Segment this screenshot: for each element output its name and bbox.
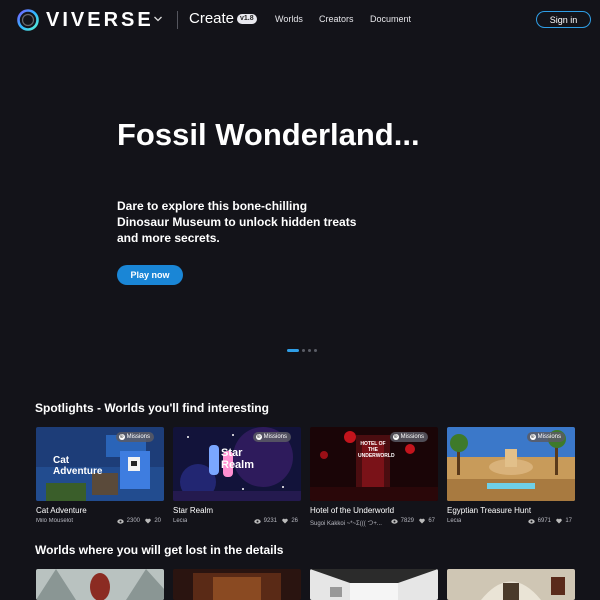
play-now-button[interactable]: Play now bbox=[117, 265, 183, 285]
world-meta: Milo Mouselot 2300 20 bbox=[36, 518, 164, 526]
mission-icon: ⊕ bbox=[392, 434, 399, 440]
like-count-value: 67 bbox=[428, 518, 435, 524]
top-navbar: VIVERSE Create v1.8 Worlds Creators Docu… bbox=[0, 0, 600, 40]
signin-button[interactable]: Sign in bbox=[536, 11, 591, 28]
spotlights-heading: Spotlights - Worlds you'll find interest… bbox=[35, 401, 269, 415]
missions-badge: ⊕ Missions bbox=[389, 432, 428, 442]
view-count: 7829 bbox=[390, 518, 414, 524]
world-thumbnail[interactable] bbox=[173, 569, 301, 600]
carousel-dot[interactable] bbox=[314, 348, 317, 352]
like-count: 26 bbox=[282, 518, 298, 524]
version-badge: v1.8 bbox=[237, 14, 257, 24]
brand-name[interactable]: VIVERSE bbox=[46, 9, 154, 32]
mission-icon: ⊕ bbox=[529, 434, 536, 440]
world-thumbnail[interactable] bbox=[36, 569, 164, 600]
world-card[interactable]: Cat Adventure ⊕ Missions Cat Adventure M… bbox=[36, 427, 164, 524]
eye-icon bbox=[527, 518, 535, 524]
like-count: 67 bbox=[419, 518, 435, 524]
view-count-value: 6971 bbox=[537, 518, 551, 524]
eye-icon bbox=[390, 518, 398, 524]
world-thumbnail[interactable]: ⊕ Missions bbox=[447, 427, 575, 501]
view-count: 2300 bbox=[116, 518, 140, 524]
view-count: 6971 bbox=[527, 518, 551, 524]
world-author[interactable]: Milo Mouselot bbox=[36, 518, 73, 524]
view-count-value: 2300 bbox=[126, 518, 140, 524]
missions-badge: ⊕ Missions bbox=[115, 432, 154, 442]
header-divider bbox=[177, 11, 178, 29]
world-meta: Sugoi Kakkoi ~*~Σ((( つ+... 7829 67 bbox=[310, 518, 438, 527]
nav-creators[interactable]: Creators bbox=[319, 14, 354, 24]
missions-badge-label: Missions bbox=[126, 434, 150, 440]
carousel-dot[interactable] bbox=[287, 348, 299, 352]
world-card[interactable]: ⊕ Missions Egyptian Treasure Hunt Lecia … bbox=[447, 427, 575, 524]
world-thumbnail[interactable] bbox=[447, 569, 575, 600]
world-author[interactable]: Lecia bbox=[447, 518, 461, 524]
chevron-down-icon[interactable] bbox=[153, 14, 163, 24]
create-label[interactable]: Create bbox=[189, 10, 234, 27]
nav-document[interactable]: Document bbox=[370, 14, 411, 24]
like-count-value: 26 bbox=[291, 518, 298, 524]
world-meta: Lecia 9231 26 bbox=[173, 518, 301, 526]
like-count: 20 bbox=[145, 518, 161, 524]
heart-icon bbox=[419, 518, 426, 524]
world-thumbnail[interactable]: HOTEL OF THE UNDERWORLD ⊕ Missions bbox=[310, 427, 438, 501]
world-thumbnail[interactable]: Star Realm ⊕ Missions bbox=[173, 427, 301, 501]
world-author[interactable]: Lecia bbox=[173, 518, 187, 524]
eye-icon bbox=[116, 518, 124, 524]
world-title[interactable]: Cat Adventure bbox=[36, 506, 87, 515]
details-heading: Worlds where you will get lost in the de… bbox=[35, 543, 284, 557]
heart-icon bbox=[282, 518, 289, 524]
world-card[interactable]: HOTEL OF THE UNDERWORLD ⊕ Missions Hotel… bbox=[310, 427, 438, 527]
viverse-logo-icon[interactable] bbox=[16, 8, 40, 32]
thumbnail-title: Cat Adventure bbox=[53, 455, 103, 477]
heart-icon bbox=[556, 518, 563, 524]
world-title[interactable]: Egyptian Treasure Hunt bbox=[447, 506, 531, 515]
heart-icon bbox=[145, 518, 152, 524]
world-author[interactable]: Sugoi Kakkoi ~*~Σ((( つ+... bbox=[310, 518, 382, 527]
world-thumbnail[interactable]: Cat Adventure ⊕ Missions bbox=[36, 427, 164, 501]
like-count: 17 bbox=[556, 518, 572, 524]
world-meta: Lecia 6971 17 bbox=[447, 518, 575, 526]
missions-badge: ⊕ Missions bbox=[526, 432, 565, 442]
view-count: 9231 bbox=[253, 518, 277, 524]
mission-icon: ⊕ bbox=[118, 434, 125, 440]
carousel-dot[interactable] bbox=[302, 348, 305, 352]
nav-worlds[interactable]: Worlds bbox=[275, 14, 303, 24]
missions-badge-label: Missions bbox=[400, 434, 424, 440]
missions-badge: ⊕ Missions bbox=[252, 432, 291, 442]
world-title[interactable]: Star Realm bbox=[173, 506, 213, 515]
view-count-value: 9231 bbox=[263, 518, 277, 524]
like-count-value: 20 bbox=[154, 518, 161, 524]
missions-badge-label: Missions bbox=[537, 434, 561, 440]
world-card[interactable] bbox=[173, 569, 301, 600]
mission-icon: ⊕ bbox=[255, 434, 262, 440]
world-card[interactable] bbox=[447, 569, 575, 600]
hero-description: Dare to explore this bone-chilling Dinos… bbox=[117, 199, 357, 245]
world-thumbnail[interactable] bbox=[310, 569, 438, 600]
carousel-indicator bbox=[287, 348, 317, 352]
carousel-dot[interactable] bbox=[308, 348, 311, 352]
view-count-value: 7829 bbox=[400, 518, 414, 524]
hero-title: Fossil Wonderland... bbox=[117, 117, 420, 152]
world-title[interactable]: Hotel of the Underworld bbox=[310, 506, 394, 515]
thumbnail-title: HOTEL OF THE UNDERWORLD bbox=[358, 441, 395, 459]
world-card[interactable] bbox=[310, 569, 438, 600]
world-card[interactable]: Star Realm ⊕ Missions Star Realm Lecia 9… bbox=[173, 427, 301, 524]
eye-icon bbox=[253, 518, 261, 524]
like-count-value: 17 bbox=[565, 518, 572, 524]
missions-badge-label: Missions bbox=[263, 434, 287, 440]
thumbnail-title: Star Realm bbox=[221, 447, 255, 471]
world-card[interactable] bbox=[36, 569, 164, 600]
